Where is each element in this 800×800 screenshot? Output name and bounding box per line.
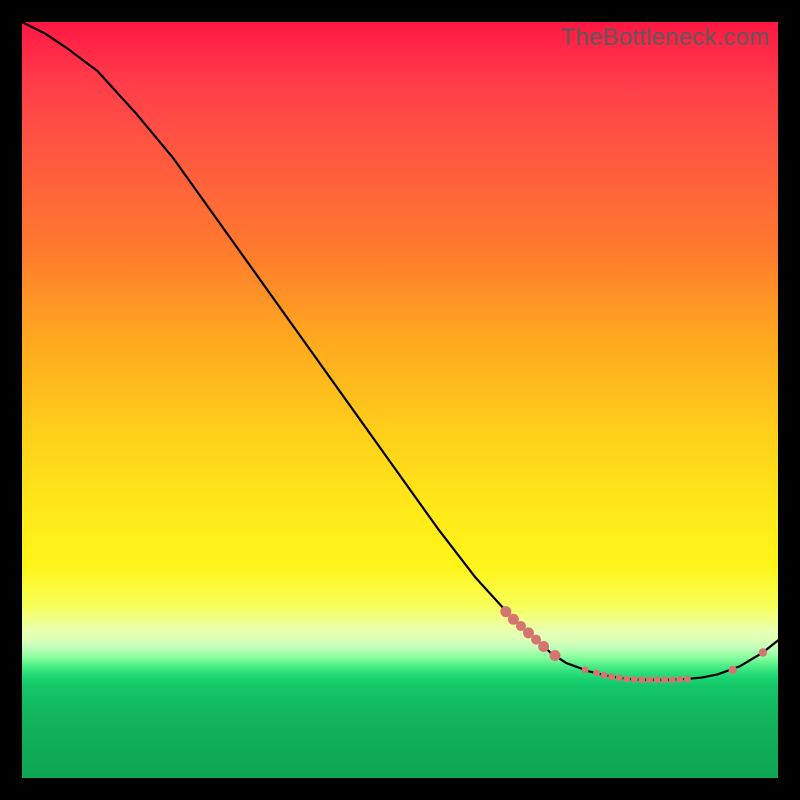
data-marker: [601, 672, 608, 679]
data-marker: [759, 648, 767, 656]
plot-area: TheBottleneck.com: [22, 22, 778, 778]
data-marker: [661, 676, 668, 683]
data-marker: [638, 676, 645, 683]
data-marker: [608, 673, 615, 680]
data-marker: [582, 666, 589, 673]
data-marker: [631, 676, 638, 683]
chart-svg: [22, 22, 778, 778]
data-marker: [646, 676, 653, 683]
data-marker: [623, 675, 630, 682]
data-marker: [593, 669, 600, 676]
chart-frame: TheBottleneck.com: [0, 0, 800, 800]
data-marker: [728, 666, 736, 674]
data-marker: [538, 641, 549, 652]
data-marker: [676, 676, 683, 683]
bottleneck-curve: [22, 22, 778, 680]
data-marker: [669, 676, 676, 683]
data-marker: [549, 650, 560, 661]
data-marker: [684, 675, 691, 682]
data-marker: [654, 676, 661, 683]
data-marker: [616, 674, 623, 681]
